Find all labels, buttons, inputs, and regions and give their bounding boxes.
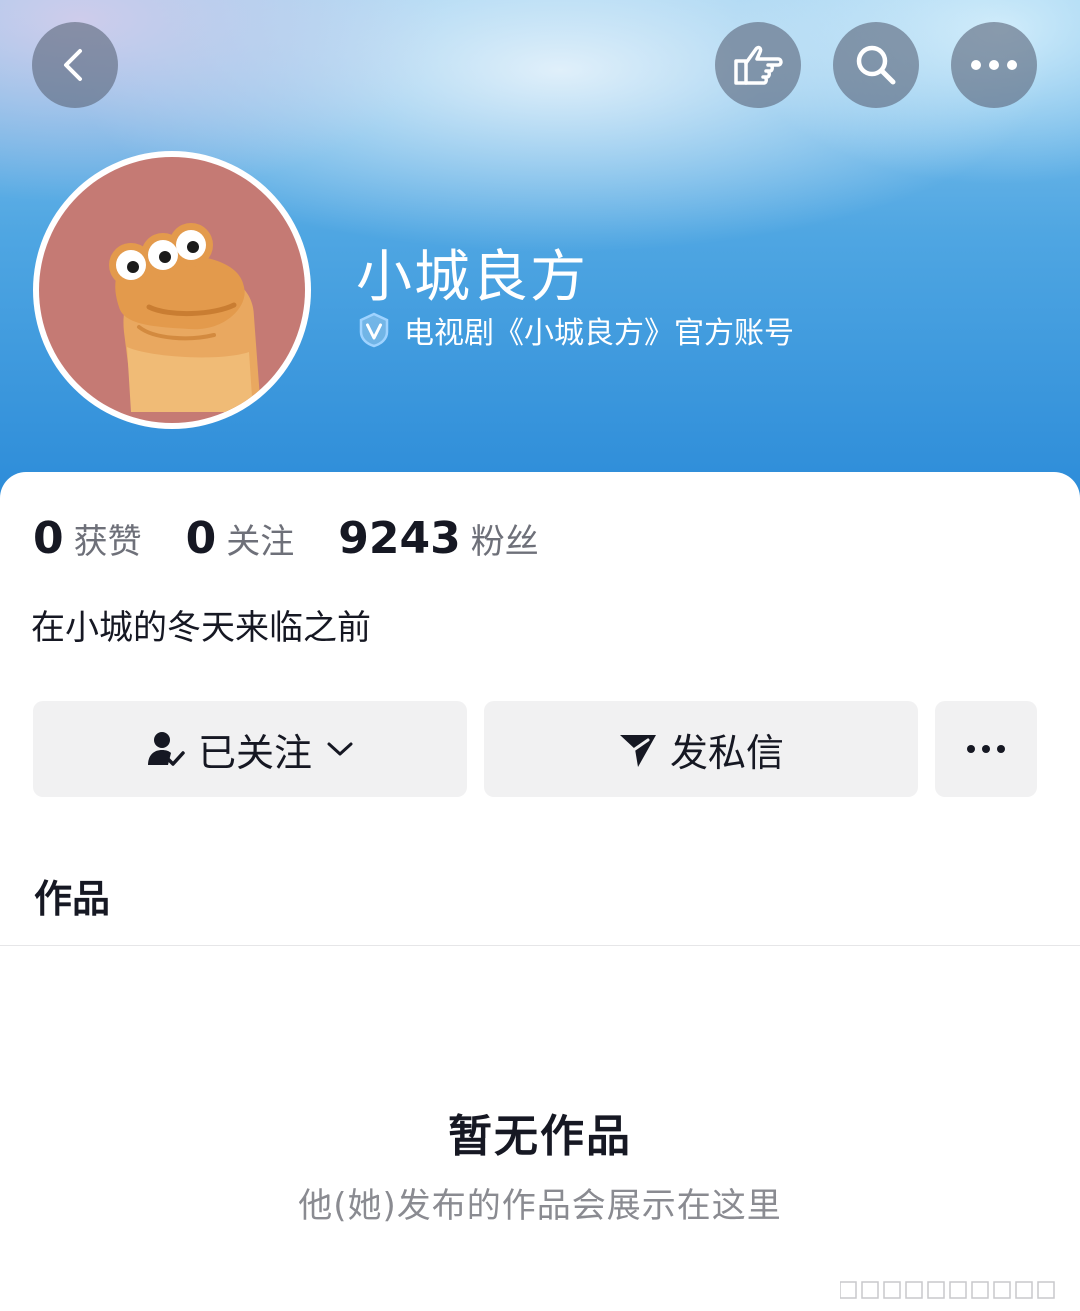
profile-stats: 0 获赞 0 关注 9243 粉丝 — [33, 513, 583, 567]
likes-count: 0 — [33, 513, 64, 564]
back-button[interactable] — [32, 22, 118, 108]
more-actions-button[interactable] — [935, 701, 1037, 797]
followers-count[interactable]: 9243 — [338, 513, 460, 564]
paper-plane-icon — [619, 735, 656, 767]
following-label[interactable]: 关注 — [226, 514, 294, 563]
more-icon — [967, 745, 1005, 753]
tab-works[interactable]: 作品 — [34, 868, 110, 923]
verified-v-icon — [359, 312, 389, 348]
send-message-button[interactable]: 发私信 — [484, 701, 918, 797]
likes-label: 获赞 — [73, 522, 142, 562]
user-check-icon — [147, 732, 185, 766]
back-icon — [64, 49, 82, 81]
profile-bio: 在小城的冬天来临之前 — [31, 608, 371, 648]
watermark-icon — [840, 1281, 1055, 1299]
following-count[interactable]: 0 — [186, 513, 217, 564]
avatar[interactable] — [33, 151, 311, 429]
send-message-label: 发私信 — [669, 730, 784, 775]
search-button[interactable] — [833, 22, 919, 108]
followed-label: 已关注 — [197, 730, 312, 775]
followed-button[interactable]: 已关注 — [33, 701, 467, 797]
verified-label: 电视剧《小城良方》官方账号 — [404, 316, 794, 351]
empty-state-title: 暂无作品 — [448, 1111, 632, 1162]
cartoon-character-avatar — [39, 157, 305, 423]
chevron-down-icon — [327, 742, 353, 756]
pointing-hand-icon — [734, 45, 783, 85]
empty-state-subtitle: 他(她)发布的作品会展示在这里 — [298, 1186, 782, 1226]
followers-label[interactable]: 粉丝 — [471, 514, 539, 563]
more-button[interactable] — [951, 22, 1037, 108]
verification-row: 电视剧《小城良方》官方账号 — [356, 311, 794, 351]
search-icon — [856, 45, 896, 85]
profile-name: 小城良方 — [356, 245, 588, 310]
tab-divider — [0, 945, 1080, 946]
more-icon — [971, 60, 1017, 70]
pat-button[interactable] — [715, 22, 801, 108]
